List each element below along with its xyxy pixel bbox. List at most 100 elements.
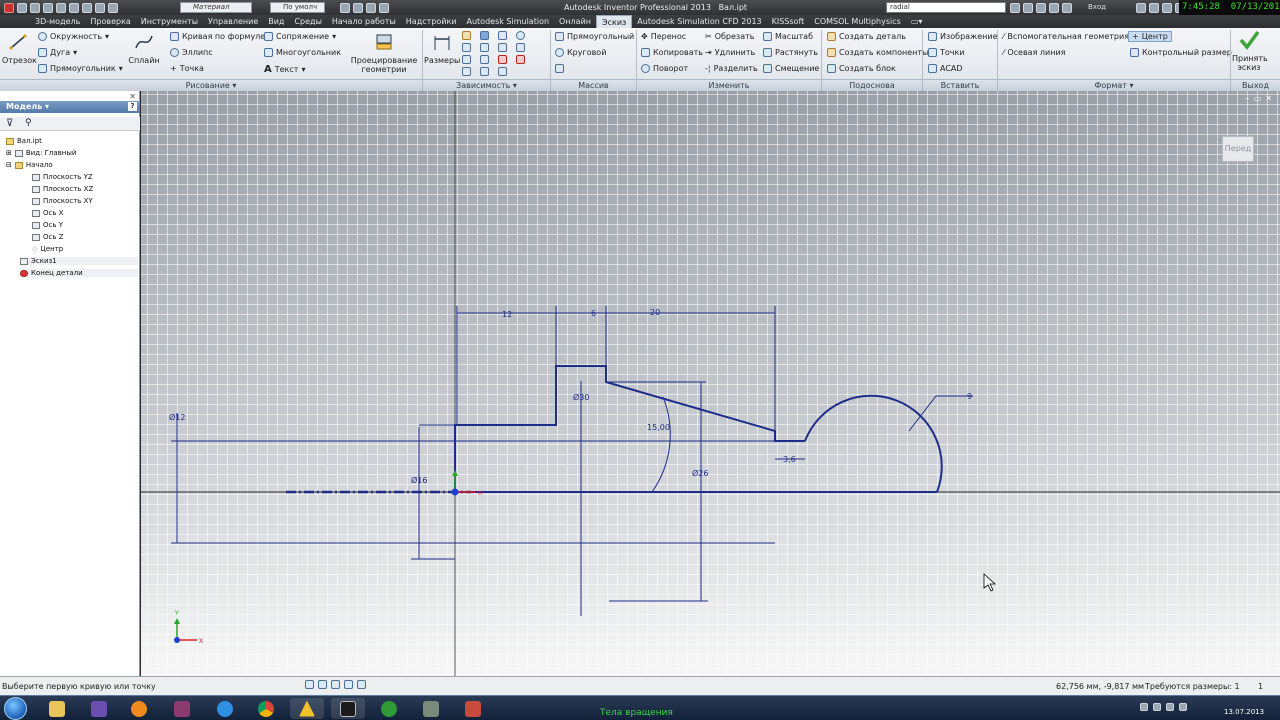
profile-arc[interactable] xyxy=(804,394,943,493)
help-icon[interactable]: ? xyxy=(128,102,137,111)
tab-online[interactable]: Онлайн xyxy=(554,15,596,28)
finish-sketch-button[interactable]: Принять эскиз xyxy=(1232,30,1268,72)
collapse-icon[interactable]: ⊟ xyxy=(6,161,12,169)
insert-image-button[interactable]: Изображение xyxy=(928,32,998,41)
auto-dimension-icon[interactable] xyxy=(462,31,471,40)
taskbar-app-2[interactable] xyxy=(456,698,490,719)
extend-button[interactable]: ⇥ Удлинить xyxy=(705,48,755,57)
minimize-icon[interactable] xyxy=(1149,2,1159,13)
collinear-icon[interactable] xyxy=(498,31,507,40)
tab-view[interactable]: Вид xyxy=(263,15,289,28)
symmetric-icon[interactable] xyxy=(516,55,525,64)
taskbar-ie[interactable] xyxy=(208,698,242,719)
tree-item-sketch[interactable]: Эскиз1 xyxy=(20,257,138,265)
taskbar-chrome[interactable] xyxy=(249,698,283,719)
open-file-icon[interactable] xyxy=(30,2,40,13)
project-geometry-button[interactable]: Проецирование геометрии xyxy=(350,32,418,74)
user-icon[interactable] xyxy=(1062,2,1072,13)
measure-icon[interactable] xyxy=(340,2,350,13)
graphics-window[interactable]: ‒▭✕ Перед 12 6 20 Ø30 15,00 Ø26 Ø16 Ø12 … xyxy=(141,91,1280,676)
expand-icon[interactable]: ⊞ xyxy=(6,149,12,157)
network-icon[interactable] xyxy=(1153,703,1161,711)
redo-icon[interactable] xyxy=(69,2,79,13)
copy-button[interactable]: Копировать xyxy=(641,48,703,57)
equation-curve-button[interactable]: Кривая по формуле xyxy=(170,32,265,41)
tab-manage[interactable]: Управление xyxy=(203,15,263,28)
pan-icon[interactable] xyxy=(366,2,376,13)
favorites-icon[interactable] xyxy=(1049,2,1059,13)
construction-button[interactable]: ⁄ Вспомогательная геометрия xyxy=(1003,32,1129,41)
vertical-icon[interactable] xyxy=(462,55,471,64)
dim-text-6[interactable]: 6 xyxy=(591,309,596,318)
tray-date[interactable]: 13.07.2013 xyxy=(1224,708,1264,716)
tree-item-plane-xy[interactable]: Плоскость XY xyxy=(32,197,93,205)
split-button[interactable]: -¦ Разделить xyxy=(705,64,758,73)
tab-environments[interactable]: Среды xyxy=(289,15,326,28)
rectangular-pattern-button[interactable]: Прямоугольный xyxy=(555,32,634,41)
tree-item-part[interactable]: Вал.ipt xyxy=(6,137,42,145)
line-button[interactable]: Отрезок xyxy=(2,32,37,65)
properties-icon[interactable] xyxy=(108,2,118,13)
tree-item-plane-yz[interactable]: Плоскость YZ xyxy=(32,173,93,181)
taskbar-utorrent[interactable] xyxy=(372,698,406,719)
insert-acad-button[interactable]: ACAD xyxy=(928,64,963,73)
browser-header[interactable]: Модель ▾? xyxy=(0,101,140,113)
parallel-icon[interactable] xyxy=(480,43,489,52)
start-button[interactable] xyxy=(4,697,27,720)
update-icon[interactable] xyxy=(95,2,105,13)
ribbon-options-icon[interactable]: ▭▾ xyxy=(906,15,928,28)
ellipse-button[interactable]: Эллипс xyxy=(170,48,213,57)
show-constraints-icon[interactable] xyxy=(480,67,489,76)
stretch-button[interactable]: Растянуть xyxy=(763,48,818,57)
tab-sketch[interactable]: Эскиз xyxy=(596,15,633,28)
smooth-icon[interactable] xyxy=(498,55,507,64)
tree-item-axis-y[interactable]: Ось Y xyxy=(32,221,63,229)
binoculars-icon[interactable] xyxy=(1010,2,1020,13)
tree-item-center[interactable]: ◇ Центр xyxy=(32,245,63,253)
tab-addins[interactable]: Надстройки xyxy=(401,15,462,28)
tab-3d-model[interactable]: 3D-модель xyxy=(30,15,85,28)
new-file-icon[interactable] xyxy=(17,2,27,13)
tab-inspect[interactable]: Проверка xyxy=(85,15,135,28)
offset-button[interactable]: Смещение xyxy=(763,64,819,73)
taskbar-app[interactable] xyxy=(414,698,448,719)
arc-button[interactable]: Дуга ▾ xyxy=(38,48,77,57)
tree-item-axis-z[interactable]: Ось Z xyxy=(32,233,64,241)
make-part-button[interactable]: Создать деталь xyxy=(827,32,906,41)
tree-item-end-of-part[interactable]: Конец детали xyxy=(20,269,138,277)
language-icon[interactable] xyxy=(1179,703,1187,711)
taskbar-inventor[interactable] xyxy=(331,698,365,719)
dimension-button[interactable]: Размеры xyxy=(424,32,460,65)
rotate-button[interactable]: Поворот xyxy=(641,64,688,73)
constraint-settings-icon[interactable] xyxy=(498,67,507,76)
volume-icon[interactable] xyxy=(1166,703,1174,711)
zoom-icon[interactable] xyxy=(353,2,363,13)
format-panel-title[interactable]: Формат ▾ xyxy=(998,79,1230,91)
constraint-display-icon[interactable] xyxy=(344,680,353,689)
dim-text-3-6[interactable]: 3,6 xyxy=(783,455,796,464)
trim-button[interactable]: ✂ Обрезать xyxy=(705,32,754,41)
app-menu-icon[interactable] xyxy=(4,2,14,13)
material-dropdown[interactable]: Материал xyxy=(180,2,252,13)
dim-text-d26[interactable]: Ø26 xyxy=(692,468,708,478)
angle-dim-arc[interactable] xyxy=(651,396,671,493)
tree-item-axis-x[interactable]: Ось X xyxy=(32,209,64,217)
dim-text-d12[interactable]: Ø12 xyxy=(169,412,185,422)
dim-text-d30[interactable]: Ø30 xyxy=(573,392,589,402)
dimension-display-icon[interactable] xyxy=(331,680,340,689)
tray-icon[interactable] xyxy=(1140,703,1148,711)
polygon-button[interactable]: Многоугольник xyxy=(264,48,341,57)
shaft-profile[interactable] xyxy=(454,365,805,492)
taskbar-explorer[interactable] xyxy=(40,698,74,719)
equal-icon[interactable] xyxy=(462,67,471,76)
taskbar-autocad[interactable] xyxy=(290,698,324,719)
text-button[interactable]: A Текст ▾ xyxy=(264,64,305,75)
select-icon[interactable] xyxy=(82,2,92,13)
filter-icon[interactable]: ⊽ xyxy=(6,118,13,129)
tab-kisssoft[interactable]: KISSsoft xyxy=(767,15,810,28)
subscription-icon[interactable] xyxy=(1023,2,1033,13)
tree-item-view[interactable]: ⊞ Вид: Главный xyxy=(6,149,76,157)
tab-comsol[interactable]: COMSOL Multiphysics xyxy=(809,15,906,28)
dim-text-20[interactable]: 20 xyxy=(650,308,660,317)
taskbar-media-player[interactable] xyxy=(122,698,156,719)
